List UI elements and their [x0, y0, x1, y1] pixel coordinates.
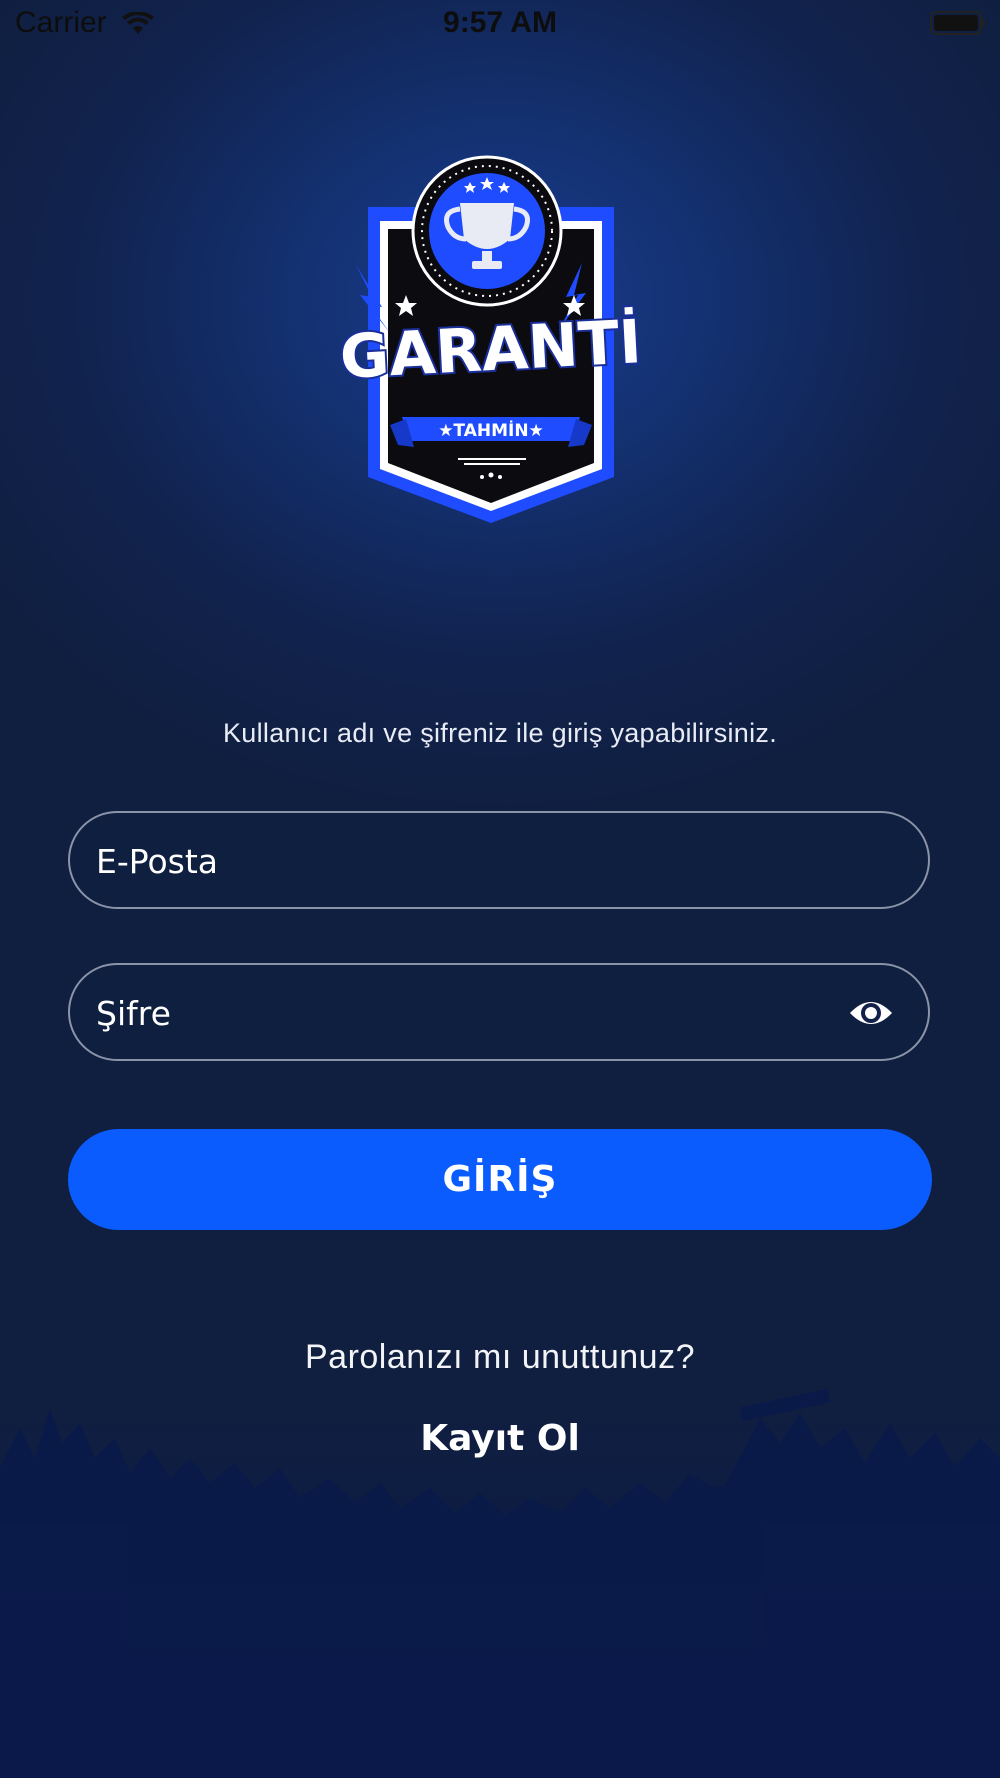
register-link[interactable]: Kayıt Ol [0, 1418, 1000, 1459]
forgot-password-link[interactable]: Parolanızı mı unuttunuz? [0, 1338, 1000, 1377]
logo-ribbon-text: ★TAHMİN★ [438, 419, 544, 441]
email-input[interactable] [94, 813, 858, 909]
status-bar: Carrier 9:57 AM [0, 0, 1000, 50]
password-field-container [68, 963, 930, 1061]
email-field-container [68, 811, 930, 909]
battery-icon [930, 11, 985, 35]
clock-label: 9:57 AM [443, 6, 557, 39]
app-logo: GARANTİ ★TAHMİN★ [336, 155, 645, 523]
login-button[interactable]: GİRİŞ [68, 1129, 932, 1230]
login-instructions: Kullanıcı adı ve şifreniz ile giriş yapa… [222, 718, 778, 748]
eye-icon[interactable] [848, 995, 894, 1031]
password-input[interactable] [94, 965, 858, 1061]
